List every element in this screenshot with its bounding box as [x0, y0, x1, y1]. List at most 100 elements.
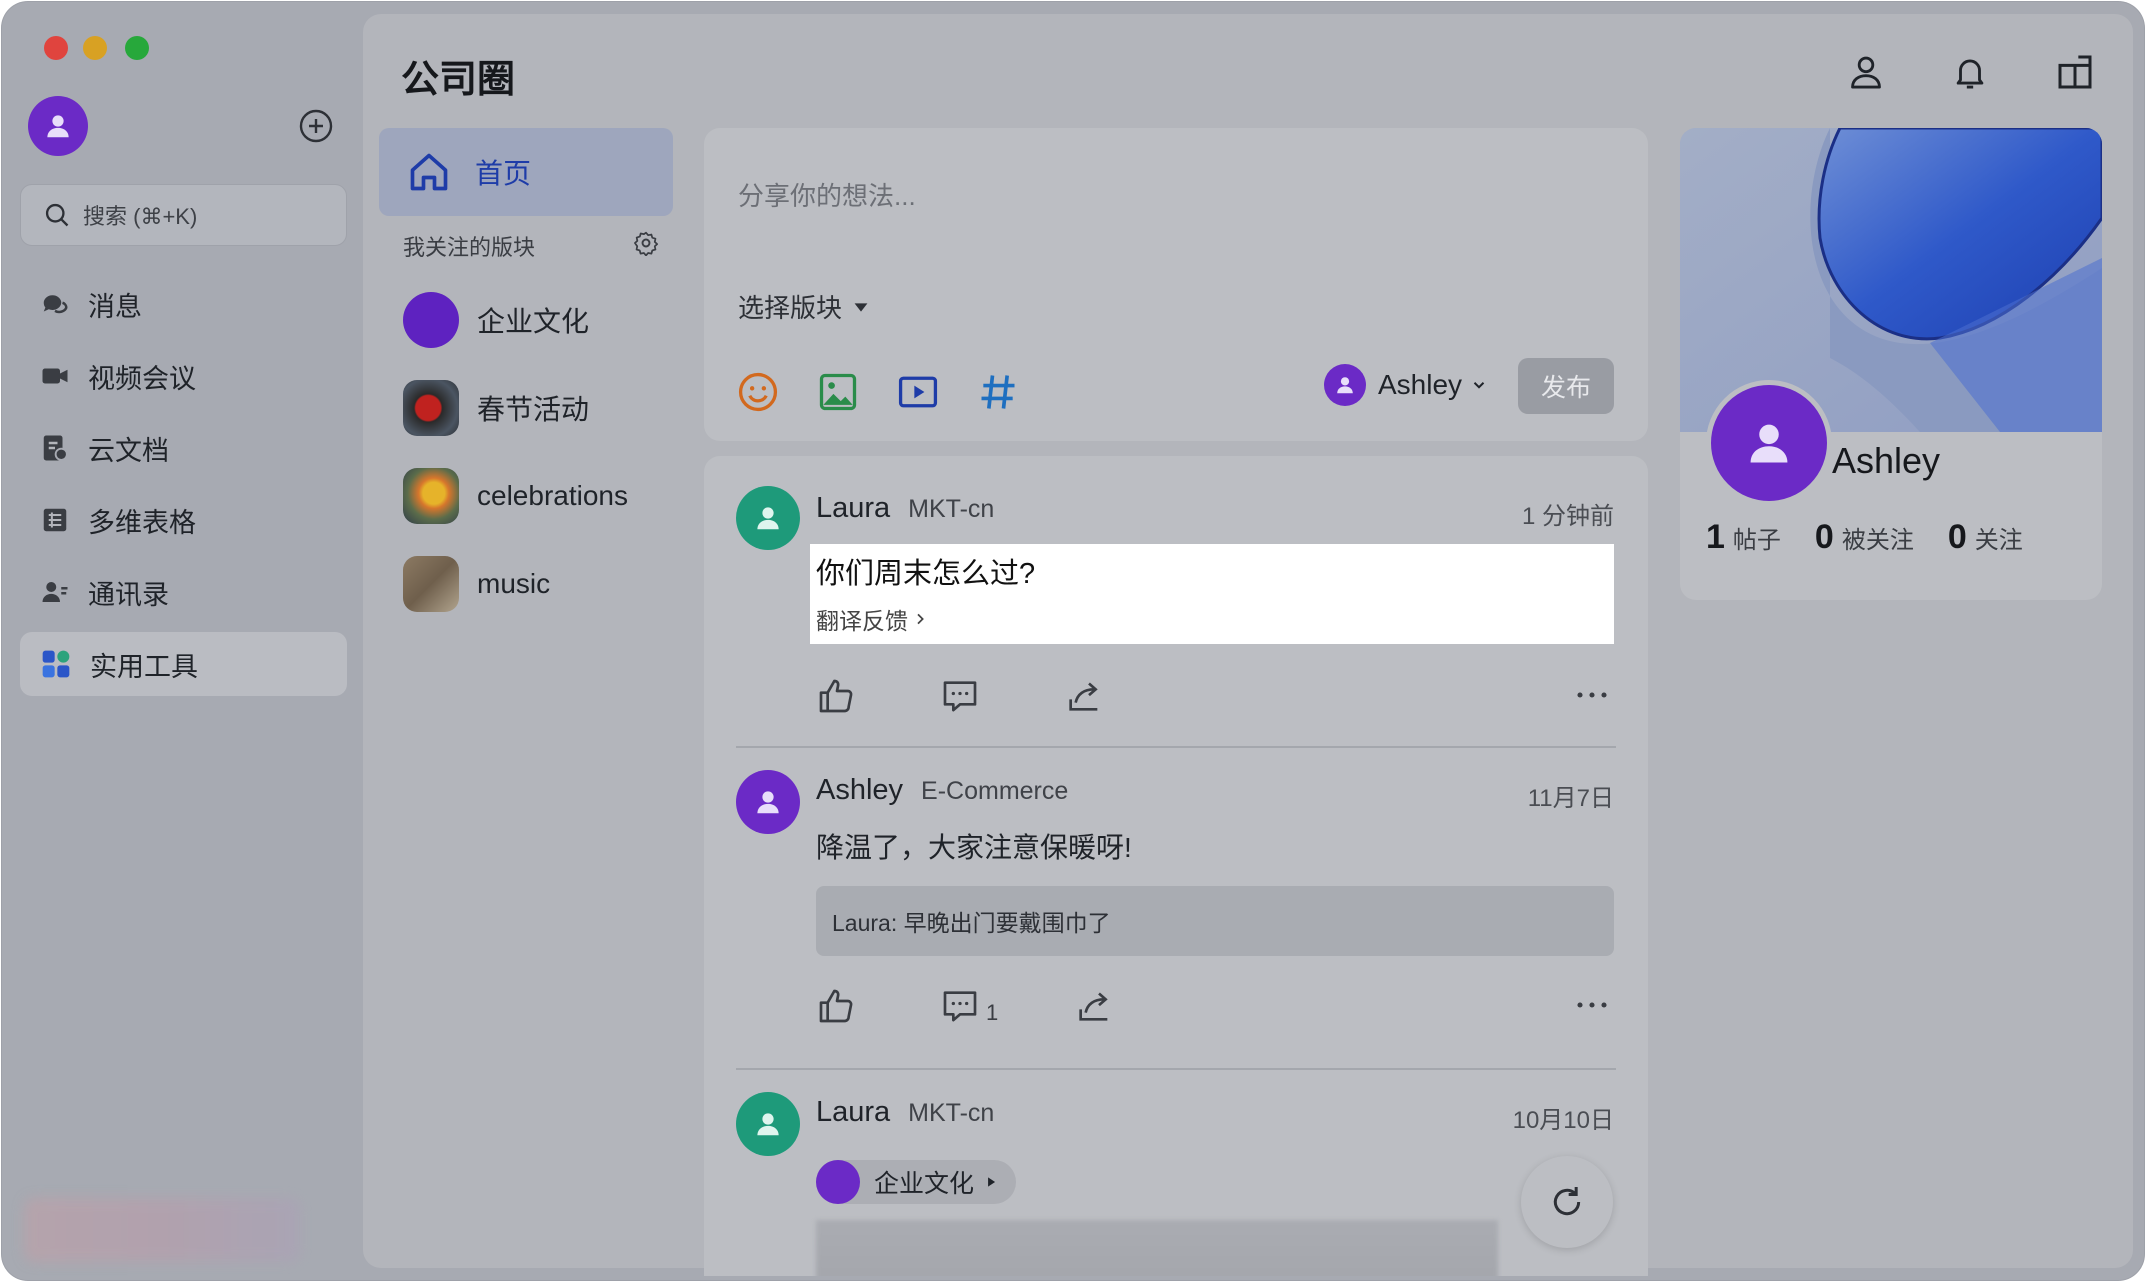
board-chip-label: 企业文化	[874, 1170, 975, 1198]
comment-button[interactable]	[940, 676, 980, 721]
app-window: 搜索 (⌘+K) 消息 视频会议 云文档 多维表格 通讯录 实用工具 公司圈 首…	[2, 2, 2144, 1280]
stat-posts[interactable]: 1 帖子	[1706, 518, 1781, 557]
minimize-window-button[interactable]	[83, 36, 107, 60]
sidebar-nav: 消息 视频会议 云文档 多维表格 通讯录 实用工具	[20, 272, 347, 704]
chevron-right-icon	[917, 613, 924, 625]
stat-followers[interactable]: 0 被关注	[1815, 518, 1914, 557]
home-icon	[410, 153, 448, 191]
stat-following[interactable]: 0 关注	[1948, 518, 2023, 557]
zoom-window-button[interactable]	[125, 36, 149, 60]
sidebar-item-tools[interactable]: 实用工具	[20, 632, 347, 696]
sidebar-item-label: 通讯录	[88, 579, 169, 610]
image-button[interactable]	[816, 370, 860, 414]
video-icon	[898, 376, 938, 408]
board-name: 企业文化	[477, 306, 590, 337]
share-button[interactable]	[1074, 986, 1114, 1031]
chat-icon	[43, 295, 68, 314]
close-window-button[interactable]	[44, 36, 68, 60]
board-name: 春节活动	[477, 394, 590, 425]
profile-stats: 1 帖子 0 被关注 0 关注	[1706, 518, 2057, 557]
sidebar-item-video-meeting[interactable]: 视频会议	[20, 344, 347, 408]
hashtag-icon	[981, 375, 1015, 409]
person-icon	[757, 791, 779, 814]
blurred-profile-area	[24, 1198, 300, 1262]
notifications-button[interactable]	[1951, 52, 1989, 97]
post-as-selector[interactable]: Ashley	[1324, 364, 1488, 406]
author-name[interactable]: Laura	[816, 492, 890, 524]
refresh-button[interactable]	[1521, 1156, 1613, 1248]
chevron-down-icon	[1473, 382, 1485, 389]
author-avatar[interactable]	[736, 770, 800, 834]
sidebar-item-messages[interactable]: 消息	[20, 272, 347, 336]
poster-avatar	[1324, 364, 1366, 406]
emoji-icon	[738, 372, 778, 412]
video-camera-icon	[42, 368, 68, 384]
profile-button[interactable]	[1847, 52, 1885, 97]
more-options-button[interactable]	[1574, 990, 1610, 1025]
poster-name: Ashley	[1378, 369, 1463, 400]
share-button[interactable]	[1064, 676, 1104, 721]
stat-label: 帖子	[1732, 527, 1781, 554]
comment-count: 1	[986, 1000, 999, 1025]
sidebar-item-bitable[interactable]: 多维表格	[20, 488, 347, 552]
refresh-icon	[1553, 1187, 1581, 1216]
board-settings-button[interactable]	[633, 230, 659, 261]
page-title: 公司圈	[401, 59, 516, 101]
board-name: music	[477, 568, 551, 599]
post-time: 11月7日	[1527, 785, 1614, 812]
video-button[interactable]	[896, 370, 940, 414]
person-icon	[757, 1113, 779, 1136]
user-avatar[interactable]	[28, 96, 88, 156]
followed-boards-list: 企业文化 春节活动 celebrations music	[403, 276, 628, 628]
like-button[interactable]	[816, 986, 856, 1031]
board-item[interactable]: 企业文化	[403, 276, 628, 364]
author-avatar[interactable]	[736, 1092, 800, 1156]
open-window-button[interactable]	[2055, 52, 2095, 97]
translate-feedback-link[interactable]: 翻译反馈	[816, 602, 928, 636]
search-input[interactable]: 搜索 (⌘+K)	[20, 184, 347, 246]
followed-boards-title: 我关注的版块	[403, 235, 536, 260]
caret-down-icon	[854, 302, 868, 312]
publish-button[interactable]: 发布	[1518, 358, 1614, 414]
main-panel: 公司圈 首页 我关注的版块 企业文化 春节活动 celebrations mus…	[363, 14, 2133, 1276]
board-item[interactable]: 春节活动	[403, 364, 628, 452]
comment-button[interactable]: 1	[940, 986, 998, 1026]
board-thumbnail	[403, 380, 459, 436]
comment-preview[interactable]: Laura: 早晚出门要戴围巾了	[816, 886, 1614, 956]
post-image[interactable]	[816, 1220, 1498, 1276]
profile-name[interactable]: Ashley	[1832, 440, 1940, 482]
translate-feedback-label: 翻译反馈	[816, 608, 908, 634]
tools-icon	[42, 650, 70, 678]
sidebar-item-label: 消息	[88, 291, 142, 322]
nav-home[interactable]: 首页	[379, 128, 673, 216]
person-icon	[757, 507, 779, 530]
sidebar-item-label: 多维表格	[88, 507, 196, 538]
post-item: Ashley E-Commerce 11月7日 降温了，大家注意保暖呀! Laur…	[704, 746, 1648, 1066]
profile-avatar[interactable]	[1706, 380, 1832, 506]
gear-icon	[634, 231, 659, 257]
author-department: MKT-cn	[908, 495, 995, 523]
ellipsis-icon	[1577, 1002, 1607, 1008]
like-button[interactable]	[816, 676, 856, 721]
board-item[interactable]: celebrations	[403, 452, 628, 540]
add-button[interactable]	[299, 109, 333, 143]
select-board-dropdown[interactable]: 选择版块	[738, 288, 872, 325]
comment-icon	[943, 681, 977, 712]
author-name[interactable]: Laura	[816, 1096, 890, 1128]
more-options-button[interactable]	[1574, 680, 1610, 715]
emoji-button[interactable]	[736, 370, 780, 414]
topic-button[interactable]	[976, 370, 1020, 414]
board-item[interactable]: music	[403, 540, 628, 628]
post-item: Laura MKT-cn 10月10日 企业文化	[704, 1068, 1648, 1276]
comment-icon	[943, 991, 977, 1022]
composer-toolbar	[736, 370, 1056, 414]
author-name[interactable]: Ashley	[816, 774, 903, 806]
composer-input[interactable]: 分享你的想法...	[738, 176, 916, 213]
board-thumbnail	[403, 292, 459, 348]
stat-value: 0	[1814, 518, 1834, 556]
sidebar-item-cloud-docs[interactable]: 云文档	[20, 416, 347, 480]
home-label: 首页	[475, 158, 532, 189]
board-chip[interactable]: 企业文化	[816, 1160, 1017, 1204]
sidebar-item-contacts[interactable]: 通讯录	[20, 560, 347, 624]
author-avatar[interactable]	[736, 486, 800, 550]
